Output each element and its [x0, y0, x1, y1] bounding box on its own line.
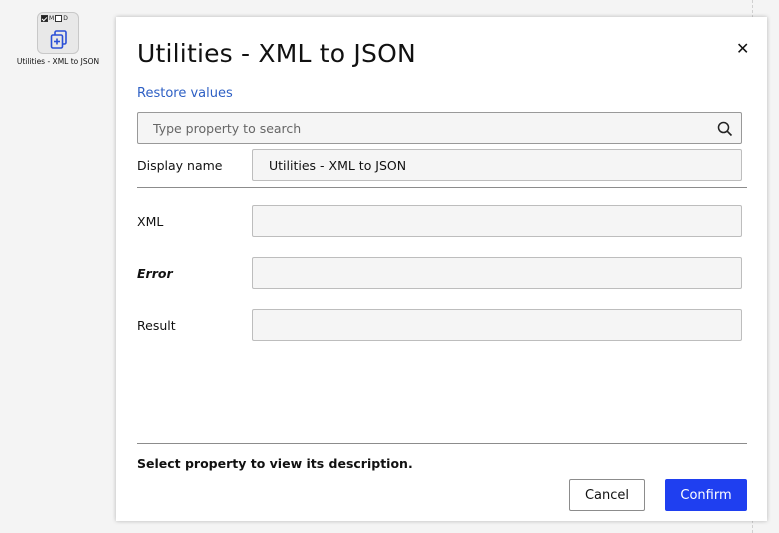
properties-dialog: Utilities - XML to JSON ✕ Restore values… — [116, 17, 767, 521]
xml-field — [252, 205, 742, 237]
search-input[interactable] — [138, 113, 708, 143]
xml-label: XML — [137, 214, 164, 229]
property-description: Select property to view its description. — [137, 456, 413, 471]
result-input[interactable] — [253, 310, 741, 340]
error-label: Error — [137, 266, 173, 281]
display-name-label: Display name — [137, 158, 223, 173]
search-icon[interactable] — [717, 121, 733, 141]
display-name-field — [252, 149, 742, 181]
result-field — [252, 309, 742, 341]
restore-values-link[interactable]: Restore values — [137, 86, 233, 101]
close-icon[interactable]: ✕ — [736, 39, 749, 58]
confirm-button[interactable]: Confirm — [665, 479, 747, 511]
node-box[interactable]: M D — [37, 12, 79, 54]
property-search — [137, 112, 742, 144]
description-divider — [137, 443, 747, 444]
node-flag-m: M — [49, 15, 55, 22]
node-flags: M D — [41, 15, 68, 22]
display-name-input[interactable] — [253, 150, 741, 180]
dialog-title: Utilities - XML to JSON — [137, 39, 416, 68]
cancel-button[interactable]: Cancel — [569, 479, 645, 511]
divider — [137, 187, 747, 188]
node-label: Utilities - XML to JSON — [16, 57, 100, 66]
result-label: Result — [137, 318, 176, 333]
node-flag-d: D — [63, 15, 68, 22]
xml-input[interactable] — [253, 206, 741, 236]
canvas-node[interactable]: M D Utilities - XML to JSON — [6, 12, 110, 66]
copy-plus-icon — [50, 30, 68, 54]
error-field — [252, 257, 742, 289]
node-checkbox-checked[interactable] — [41, 15, 48, 22]
error-input[interactable] — [253, 258, 741, 288]
node-checkbox-unchecked[interactable] — [55, 15, 63, 22]
